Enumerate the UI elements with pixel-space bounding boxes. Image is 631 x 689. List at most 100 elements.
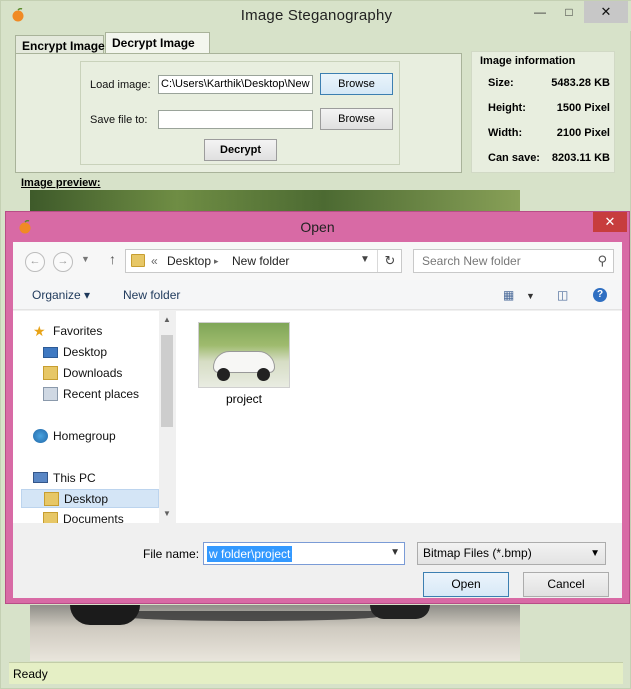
- info-width-value: 2100 Pixel: [556, 127, 610, 139]
- info-row-can-save: Can save: 8203.11 KB: [488, 152, 610, 164]
- file-thumbnail[interactable]: [198, 322, 290, 388]
- file-list: project: [176, 311, 622, 523]
- save-file-label: Save file to:: [90, 114, 148, 126]
- tree-item-documents[interactable]: Documents: [43, 510, 153, 523]
- navigation-pane: ★ Favorites Desktop Downloads Recent pla…: [13, 311, 171, 523]
- breadcrumb-separator-icon[interactable]: ▸: [214, 256, 219, 267]
- address-dropdown-icon[interactable]: ▼: [360, 254, 370, 265]
- file-name-label[interactable]: project: [198, 392, 290, 406]
- tree-item-label: Documents: [63, 512, 124, 523]
- minimize-button[interactable]: —: [527, 1, 553, 23]
- car-wheel: [257, 368, 270, 381]
- new-folder-button[interactable]: New folder: [123, 288, 180, 302]
- tree-item-label: Desktop: [64, 492, 109, 506]
- save-file-field[interactable]: [158, 110, 313, 129]
- dialog-footer: File name: w folder\project ▼ Bitmap Fil…: [13, 524, 622, 598]
- info-size-value: 5483.28 KB: [551, 77, 610, 89]
- search-icon: ⚲: [597, 253, 607, 268]
- change-view-icon[interactable]: ▦: [503, 288, 514, 302]
- dialog-close-button[interactable]: ✕: [593, 212, 627, 232]
- info-size-label: Size:: [488, 77, 514, 89]
- up-arrow-icon[interactable]: ↑: [109, 251, 116, 267]
- tree-item-label: Desktop: [63, 345, 108, 359]
- tree-item-downloads[interactable]: Downloads: [43, 364, 153, 383]
- navigation-scrollbar[interactable]: ▲ ▼: [159, 311, 176, 523]
- homegroup-icon: [33, 429, 48, 443]
- decrypt-button[interactable]: Decrypt: [204, 139, 277, 161]
- tree-item-label: Homegroup: [53, 429, 116, 443]
- recent-places-icon: [43, 387, 58, 401]
- tree-item-this-pc[interactable]: This PC: [33, 469, 153, 488]
- open-button[interactable]: Open: [423, 572, 509, 597]
- tree-item-desktop-selected[interactable]: Desktop: [21, 489, 159, 508]
- file-name-dropdown-icon[interactable]: ▼: [390, 547, 400, 558]
- recent-locations-chevron-icon[interactable]: ▼: [81, 254, 90, 264]
- status-bar: Ready: [9, 662, 623, 684]
- decrypt-panel: Load image: C:\Users\Karthik\Desktop\New…: [15, 53, 462, 173]
- image-preview-label: Image preview:: [21, 177, 101, 189]
- decrypt-form: Load image: C:\Users\Karthik\Desktop\New…: [80, 61, 400, 165]
- image-information-title: Image information: [480, 55, 576, 67]
- info-row-width: Width: 2100 Pixel: [488, 127, 610, 139]
- info-can-save-label: Can save:: [488, 152, 540, 164]
- breadcrumb-new-folder[interactable]: New folder: [232, 254, 289, 268]
- navigation-bar: ← → ▼ ↑ « Desktop ▸ New folder ▼ ↻ Searc…: [13, 242, 622, 280]
- dialog-toolbar: Organize ▾ New folder ▦ ▼ ◫ ?: [13, 280, 622, 310]
- tree-item-label: This PC: [53, 471, 96, 485]
- file-name-label: File name:: [143, 547, 200, 561]
- scroll-up-icon[interactable]: ▲: [163, 315, 171, 324]
- search-placeholder: Search New folder: [422, 254, 521, 268]
- tree-item-favorites[interactable]: ★ Favorites: [33, 322, 153, 341]
- view-dropdown-icon[interactable]: ▼: [526, 291, 535, 301]
- tree-item-label: Downloads: [63, 366, 123, 380]
- tree-item-recent-places[interactable]: Recent places: [43, 385, 158, 404]
- tab-decrypt-image[interactable]: Decrypt Image: [105, 32, 210, 54]
- info-can-save-value: 8203.11 KB: [551, 152, 610, 164]
- file-type-dropdown-icon[interactable]: ▼: [590, 543, 600, 564]
- info-width-label: Width:: [488, 127, 523, 139]
- file-name-input[interactable]: w folder\project ▼: [203, 542, 405, 565]
- save-browse-button[interactable]: Browse: [320, 108, 393, 130]
- tab-encrypt-image[interactable]: Encrypt Image: [15, 35, 105, 54]
- forward-arrow-icon[interactable]: →: [53, 252, 73, 272]
- tree-item-label: Recent places: [63, 387, 140, 401]
- search-box[interactable]: Search New folder ⚲: [413, 249, 614, 273]
- help-icon[interactable]: ?: [593, 288, 607, 302]
- breadcrumb-desktop[interactable]: Desktop: [167, 254, 211, 268]
- documents-icon: [43, 512, 58, 523]
- tree-item-label: Favorites: [53, 324, 103, 338]
- app-titlebar[interactable]: Image Steganography — □ ✕: [1, 1, 631, 31]
- file-type-select[interactable]: Bitmap Files (*.bmp) ▼: [417, 542, 606, 565]
- file-name-selected-text: w folder\project: [207, 546, 293, 562]
- refresh-icon[interactable]: ↻: [377, 250, 402, 272]
- folder-icon: [131, 254, 145, 267]
- cancel-button[interactable]: Cancel: [523, 572, 609, 597]
- breadcrumb-overflow[interactable]: «: [151, 254, 158, 268]
- address-bar[interactable]: « Desktop ▸ New folder ▼ ↻: [125, 249, 402, 273]
- info-row-height: Height: 1500 Pixel: [488, 102, 610, 114]
- info-height-value: 1500 Pixel: [556, 102, 610, 114]
- load-browse-button[interactable]: Browse: [320, 73, 393, 95]
- close-button[interactable]: ✕: [584, 1, 628, 23]
- car-wheel: [370, 605, 430, 619]
- back-arrow-icon[interactable]: ←: [25, 252, 45, 272]
- tree-item-homegroup[interactable]: Homegroup: [33, 427, 153, 446]
- load-image-label: Load image:: [90, 79, 151, 91]
- tree-item-desktop[interactable]: Desktop: [43, 343, 153, 362]
- dialog-title: Open: [300, 219, 335, 235]
- status-text: Ready: [13, 667, 48, 681]
- maximize-button[interactable]: □: [556, 1, 582, 23]
- organize-menu[interactable]: Organize ▾: [32, 288, 90, 302]
- desktop-icon: [43, 347, 58, 358]
- preview-pane-icon[interactable]: ◫: [557, 288, 568, 302]
- car-body-shape: [120, 611, 380, 621]
- this-pc-icon: [33, 472, 48, 483]
- scroll-down-icon[interactable]: ▼: [163, 509, 171, 518]
- desktop-icon: [44, 492, 59, 506]
- open-dialog: Open ✕ ← → ▼ ↑ « Desktop ▸ New folder ▼ …: [5, 211, 630, 604]
- scroll-thumb[interactable]: [161, 335, 173, 427]
- image-preview-bottom: [30, 605, 520, 661]
- load-image-field[interactable]: C:\Users\Karthik\Desktop\New: [158, 75, 313, 94]
- image-information-panel: Image information Size: 5483.28 KB Heigh…: [471, 51, 615, 173]
- car-wheel: [217, 368, 230, 381]
